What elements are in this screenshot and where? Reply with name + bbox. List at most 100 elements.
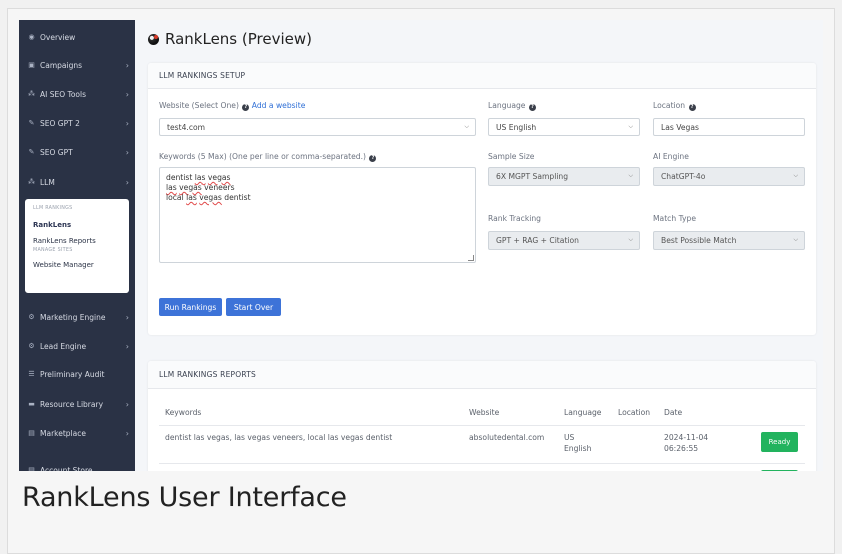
status-badge[interactable]: Ready [761,432,798,452]
sidebar-item-label: Marketing Engine [40,312,106,322]
rank-tracking-value: GPT + RAG + Citation [496,236,579,245]
sample-size-select[interactable]: 6X MGPT Sampling ⌵ [488,167,640,186]
keywords-label-text: Keywords (5 Max) (One per line or comma-… [159,152,366,161]
ai-engine-label: AI Engine [653,152,689,161]
sample-size-value: 6X MGPT Sampling [496,172,569,181]
main-content: RankLens (Preview) LLM RANKINGS SETUP We… [135,20,823,471]
reports-card-heading: LLM RANKINGS REPORTS [148,361,816,389]
help-icon[interactable]: ? [688,104,696,111]
page-title: RankLens (Preview) [165,30,312,48]
help-icon[interactable]: ? [528,104,536,111]
status-badge-partial[interactable] [761,470,798,471]
chevron-right-icon: › [125,118,129,128]
chevron-down-icon: ⌵ [628,123,633,130]
submenu-heading-llm-rankings: LLM RANKINGS [33,206,73,211]
help-icon[interactable]: ? [242,104,250,111]
chevron-right-icon: › [125,60,129,70]
folder-icon: ▬ [28,400,35,408]
row-date-line2: 06:26:55 [664,444,699,453]
sidebar: LLM RANKINGS RankLens RankLens Reports M… [19,20,135,471]
page-header: RankLens (Preview) [148,30,312,48]
location-label: Location ? [653,101,696,111]
row-keywords: dentist las vegas, las vegas veneers, lo… [165,433,393,442]
eye-icon: ◉ [28,33,35,41]
add-website-link[interactable]: Add a website [252,101,306,110]
ai-engine-select[interactable]: ChatGPT-4o ⌵ [653,167,805,186]
help-icon[interactable]: ? [369,155,377,162]
sidebar-item-llm[interactable]: ⁂ LLM › [19,168,135,196]
row-language-line2: English [564,444,592,453]
website-select[interactable]: test4.com ⌵ [159,118,476,136]
submenu-item-ranklens-reports[interactable]: RankLens Reports [33,233,129,248]
gear-icon: ⚙ [28,342,35,350]
rank-tracking-select[interactable]: GPT + RAG + Citation ⌵ [488,231,640,250]
row-date-line1: 2024-11-04 [664,433,709,442]
sidebar-item-seo-gpt-2[interactable]: ✎ SEO GPT 2 › [19,109,135,137]
language-select-value: US English [496,122,537,132]
chevron-down-icon: ⌵ [464,123,469,130]
sidebar-item-campaigns[interactable]: ▣ Campaigns › [19,51,135,79]
chevron-right-icon: › [125,428,129,438]
sidebar-item-lead-engine[interactable]: ⚙ Lead Engine › [19,332,135,360]
chevron-down-icon: ⌵ [628,236,633,243]
sidebar-item-ai-seo-tools[interactable]: ⁂ AI SEO Tools › [19,80,135,108]
col-header-date: Date [664,408,683,417]
sitemap-icon: ⁂ [28,178,35,186]
sidebar-item-marketplace[interactable]: ▤ Marketplace › [19,419,135,447]
sidebar-item-account-store[interactable]: ▤ Account Store [19,456,135,472]
sidebar-item-label: SEO GPT [40,147,73,157]
location-input[interactable]: Las Vegas [653,118,805,136]
submenu-item-website-manager[interactable]: Website Manager [33,256,129,273]
sidebar-item-marketing-engine[interactable]: ⚙ Marketing Engine › [19,303,135,331]
edit-icon: ✎ [28,119,35,127]
sidebar-item-label: Marketplace [40,428,86,438]
sidebar-item-resource-library[interactable]: ▬ Resource Library › [19,390,135,418]
edit-icon: ✎ [28,148,35,156]
match-type-label: Match Type [653,214,697,223]
rank-tracking-label: Rank Tracking [488,214,541,223]
row-divider [159,463,805,464]
keywords-label: Keywords (5 Max) (One per line or comma-… [159,152,377,162]
sample-size-label: Sample Size [488,152,535,161]
setup-card: LLM RANKINGS SETUP Website (Select One) … [148,63,816,335]
keywords-textarea[interactable]: dentist las vegas las vegas veneers local … [159,167,476,263]
sidebar-item-label: Preliminary Audit [40,369,105,379]
setup-card-heading: LLM RANKINGS SETUP [148,63,816,89]
row-website: absolutedental.com [469,433,545,442]
sidebar-item-label: Resource Library [40,399,104,409]
app-screenshot: LLM RANKINGS RankLens RankLens Reports M… [19,20,823,471]
resize-handle[interactable] [468,255,474,261]
website-select-value: test4.com [167,122,206,132]
chevron-down-icon: ⌵ [793,236,798,243]
ranklens-logo-icon [148,33,159,45]
submenu-item-ranklens[interactable]: RankLens [33,216,129,233]
sidebar-item-label: Overview [40,32,76,42]
website-label: Website (Select One) ? Add a website [159,101,305,111]
sitemap-icon: ⁂ [28,90,35,98]
sidebar-item-label: LLM [40,177,55,187]
sidebar-item-label: SEO GPT 2 [40,118,80,128]
keyword-line: local las vegas dentist [166,193,251,202]
sidebar-item-label: Campaigns [40,60,83,70]
reports-card: LLM RANKINGS REPORTS Keywords Website La… [148,361,816,471]
match-type-select[interactable]: Best Possible Match ⌵ [653,231,805,250]
language-label-text: Language [488,101,526,110]
start-over-button[interactable]: Start Over [226,298,281,316]
keyword-line: las vegas veneers [166,183,235,192]
sidebar-item-seo-gpt[interactable]: ✎ SEO GPT › [19,138,135,166]
run-rankings-button[interactable]: Run Rankings [159,298,222,316]
sidebar-item-overview[interactable]: ◉ Overview [19,23,135,51]
col-header-location: Location [618,408,651,417]
figure-caption: RankLens User Interface [22,482,347,513]
language-label: Language ? [488,101,536,111]
sidebar-item-label: AI SEO Tools [40,89,86,99]
keyword-line: dentist las vegas [166,173,231,182]
col-header-language: Language [564,408,602,417]
language-select[interactable]: US English ⌵ [488,118,640,136]
ai-engine-value: ChatGPT-4o [661,172,706,181]
chevron-right-icon: › [125,341,129,351]
chevron-right-icon: › [125,147,129,157]
col-header-website: Website [469,408,500,417]
list-icon: ☰ [28,370,35,378]
sidebar-item-preliminary-audit[interactable]: ☰ Preliminary Audit [19,360,135,388]
